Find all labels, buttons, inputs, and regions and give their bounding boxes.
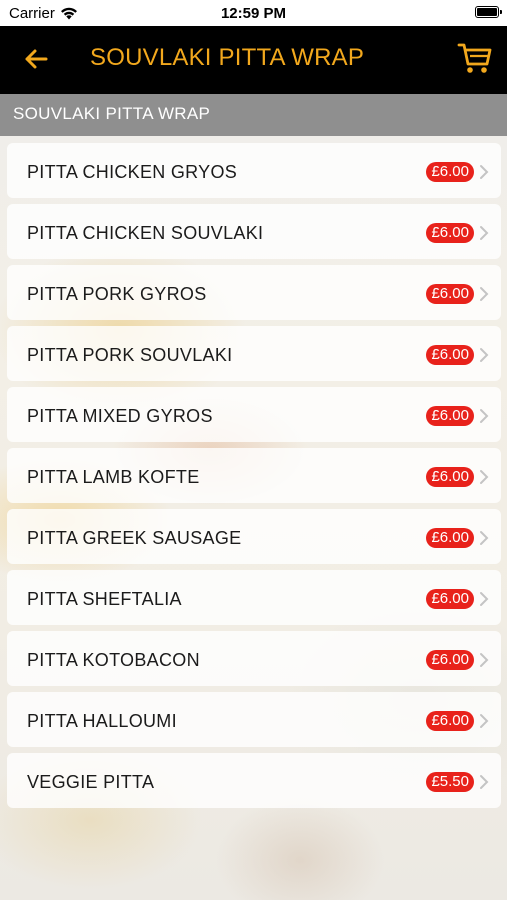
- price-badge: £6.00: [426, 467, 474, 487]
- status-bar: Carrier 12:59 PM: [0, 0, 507, 26]
- price-badge: £6.00: [426, 650, 474, 670]
- arrow-left-icon[interactable]: [22, 45, 50, 73]
- chevron-right-icon: [480, 531, 489, 545]
- chevron-right-icon: [480, 409, 489, 423]
- price-badge: £6.00: [426, 345, 474, 365]
- item-name: PITTA MIXED GYROS: [27, 406, 213, 426]
- price-badge: £6.00: [426, 223, 474, 243]
- chevron-right-icon: [480, 592, 489, 606]
- item-name: PITTA CHICKEN SOUVLAKI: [27, 223, 264, 243]
- item-name: PITTA GREEK SAUSAGE: [27, 528, 242, 548]
- menu-item[interactable]: PITTA SHEFTALIA £6.00: [7, 570, 501, 625]
- battery-icon: [475, 6, 502, 18]
- menu-item[interactable]: PITTA PORK SOUVLAKI £6.00: [7, 326, 501, 381]
- chevron-right-icon: [480, 165, 489, 179]
- menu-item[interactable]: PITTA LAMB KOFTE £6.00: [7, 448, 501, 503]
- chevron-right-icon: [480, 226, 489, 240]
- page-title: SOUVLAKI PITTA WRAP: [90, 44, 365, 71]
- shopping-cart-icon[interactable]: [457, 40, 493, 76]
- item-name: PITTA PORK SOUVLAKI: [27, 345, 233, 365]
- item-name: VEGGIE PITTA: [27, 772, 155, 792]
- price-badge: £6.00: [426, 284, 474, 304]
- price-badge: £6.00: [426, 162, 474, 182]
- chevron-right-icon: [480, 714, 489, 728]
- chevron-right-icon: [480, 348, 489, 362]
- item-name: PITTA PORK GYROS: [27, 284, 207, 304]
- navigation-bar: SOUVLAKI PITTA WRAP: [0, 26, 507, 94]
- section-header: SOUVLAKI PITTA WRAP: [0, 94, 507, 136]
- menu-item[interactable]: PITTA CHICKEN SOUVLAKI £6.00: [7, 204, 501, 259]
- menu-item[interactable]: PITTA GREEK SAUSAGE £6.00: [7, 509, 501, 564]
- menu-item[interactable]: VEGGIE PITTA £5.50: [7, 753, 501, 808]
- price-badge: £5.50: [426, 772, 474, 792]
- menu-item[interactable]: PITTA CHICKEN GRYOS £6.00: [7, 143, 501, 198]
- item-name: PITTA HALLOUMI: [27, 711, 177, 731]
- price-badge: £6.00: [426, 406, 474, 426]
- chevron-right-icon: [480, 470, 489, 484]
- chevron-right-icon: [480, 287, 489, 301]
- chevron-right-icon: [480, 775, 489, 789]
- item-name: PITTA CHICKEN GRYOS: [27, 162, 238, 182]
- menu-item[interactable]: PITTA PORK GYROS £6.00: [7, 265, 501, 320]
- status-time: 12:59 PM: [220, 5, 287, 22]
- price-badge: £6.00: [426, 528, 474, 548]
- section-title: SOUVLAKI PITTA WRAP: [13, 104, 211, 123]
- chevron-right-icon: [480, 653, 489, 667]
- price-badge: £6.00: [426, 711, 474, 731]
- item-name: PITTA LAMB KOFTE: [27, 467, 200, 487]
- item-name: PITTA SHEFTALIA: [27, 589, 182, 609]
- price-badge: £6.00: [426, 589, 474, 609]
- menu-item[interactable]: PITTA MIXED GYROS £6.00: [7, 387, 501, 442]
- menu-item[interactable]: PITTA HALLOUMI £6.00: [7, 692, 501, 747]
- menu-item[interactable]: PITTA KOTOBACON £6.00: [7, 631, 501, 686]
- item-name: PITTA KOTOBACON: [27, 650, 200, 670]
